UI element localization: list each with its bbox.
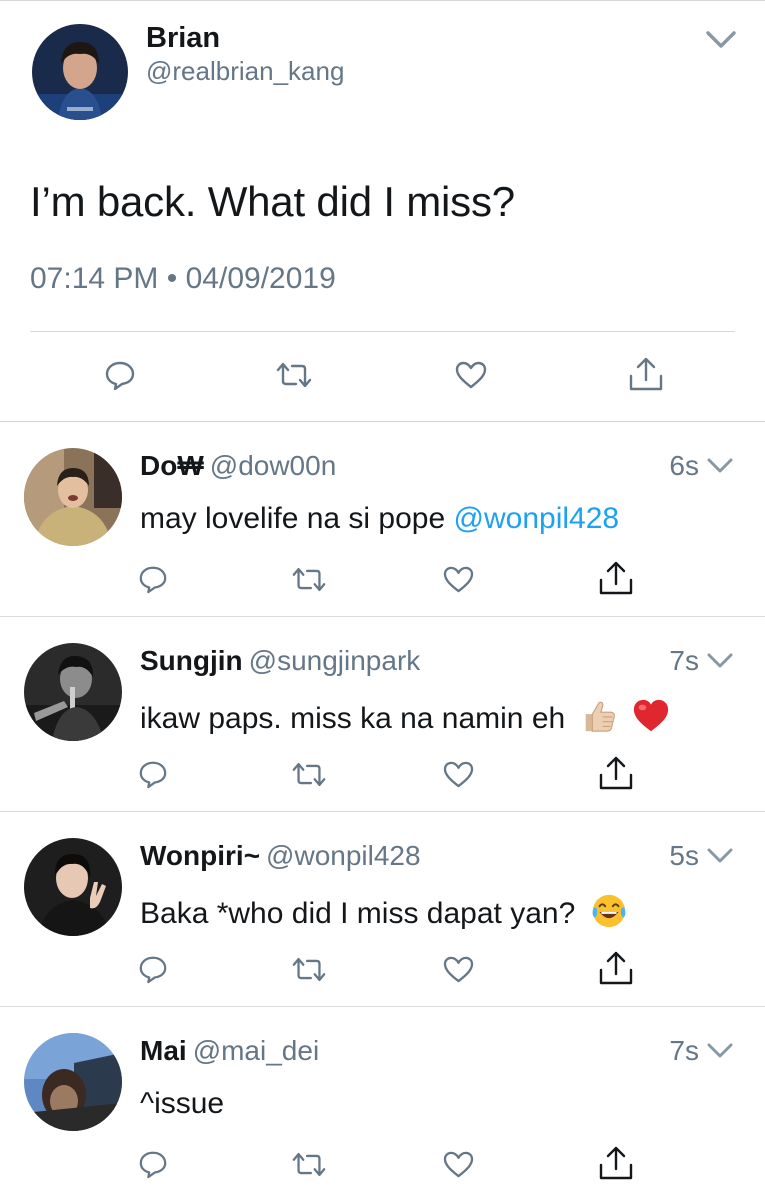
thumbs-up-icon — [580, 697, 618, 743]
share-icon[interactable] — [597, 1145, 635, 1181]
share-icon[interactable] — [597, 755, 635, 791]
reply-actions — [0, 1145, 765, 1185]
chevron-down-icon[interactable] — [706, 455, 734, 477]
tears-of-joy-icon — [590, 892, 628, 938]
retweet-icon[interactable] — [274, 361, 314, 389]
like-icon[interactable] — [442, 1150, 475, 1179]
reply-tweet[interactable]: Wonpiri~ @wonpil428 5s Baka *who did I mi… — [0, 812, 765, 1007]
reply-header: Mai @mai_dei — [140, 1035, 319, 1067]
reply-icon[interactable] — [138, 1149, 168, 1179]
reply-actions — [0, 755, 765, 795]
reply-text-content: ikaw paps. miss ka na namin eh — [140, 701, 566, 735]
reply-header: Wonpiri~ @wonpil428 — [140, 840, 421, 872]
divider — [30, 331, 735, 332]
reply-text: Baka *who did I miss dapat yan? — [140, 892, 628, 938]
reply-time[interactable]: 5s — [669, 840, 699, 872]
like-icon[interactable] — [442, 955, 475, 984]
reply-icon[interactable] — [138, 954, 168, 984]
reply-text: ^issue — [140, 1087, 224, 1121]
main-tweet: Brian @realbrian_kang I’m back. What did… — [0, 0, 765, 422]
like-icon[interactable] — [442, 565, 475, 594]
share-icon[interactable] — [597, 560, 635, 596]
reply-icon[interactable] — [138, 759, 168, 789]
tweet-actions — [0, 356, 765, 396]
retweet-icon[interactable] — [290, 1151, 328, 1178]
reply-header: Sungjin @sungjinpark — [140, 645, 420, 677]
reply-author-name[interactable]: Mai — [140, 1035, 187, 1066]
reply-text-content: may lovelife na si pope — [140, 502, 446, 535]
tweet-text: I’m back. What did I miss? — [30, 178, 515, 225]
like-icon[interactable] — [454, 360, 488, 390]
reply-text: may lovelife na si pope @wonpil428 — [140, 502, 619, 536]
like-icon[interactable] — [442, 760, 475, 789]
reply-tweet[interactable]: Do₩ @dow00n 6s may lovelife na si pope @w… — [0, 422, 765, 617]
tweet-timestamp[interactable]: 07:14 PM • 04/09/2019 — [30, 262, 336, 296]
reply-author-handle[interactable]: @mai_dei — [193, 1035, 319, 1066]
reply-text: ikaw paps. miss ka na namin eh — [140, 697, 670, 743]
avatar[interactable] — [24, 1033, 122, 1131]
reply-author-handle[interactable]: @wonpil428 — [266, 840, 421, 871]
share-icon[interactable] — [597, 950, 635, 986]
reply-author-name[interactable]: Wonpiri~ — [140, 840, 260, 871]
reply-text-content: ^issue — [140, 1087, 225, 1120]
meta-separator: • — [166, 262, 178, 295]
avatar[interactable] — [32, 24, 128, 120]
reply-tweet[interactable]: Mai @mai_dei 7s ^issue — [0, 1007, 765, 1200]
reply-time[interactable]: 6s — [669, 450, 699, 482]
red-heart-icon — [632, 697, 670, 743]
reply-time[interactable]: 7s — [669, 1035, 699, 1067]
retweet-icon[interactable] — [290, 956, 328, 983]
author-handle[interactable]: @realbrian_kang — [146, 56, 344, 87]
reply-author-handle[interactable]: @sungjinpark — [249, 645, 421, 676]
retweet-icon[interactable] — [290, 761, 328, 788]
chevron-down-icon[interactable] — [706, 1040, 734, 1062]
author-name[interactable]: Brian — [146, 22, 220, 55]
reply-actions — [0, 560, 765, 600]
avatar[interactable] — [24, 448, 122, 546]
tweet-date: 04/09/2019 — [185, 262, 336, 295]
reply-author-name[interactable]: Do₩ — [140, 450, 204, 481]
avatar[interactable] — [24, 838, 122, 936]
reply-icon[interactable] — [104, 359, 136, 391]
chevron-down-icon[interactable] — [706, 845, 734, 867]
reply-tweet[interactable]: Sungjin @sungjinpark 7s ikaw paps. miss k… — [0, 617, 765, 812]
avatar[interactable] — [24, 643, 122, 741]
reply-icon[interactable] — [138, 564, 168, 594]
reply-author-handle[interactable]: @dow00n — [210, 450, 337, 481]
tweet-time: 07:14 PM — [30, 262, 159, 295]
chevron-down-icon[interactable] — [704, 26, 738, 54]
retweet-icon[interactable] — [290, 566, 328, 593]
chevron-down-icon[interactable] — [706, 650, 734, 672]
reply-author-name[interactable]: Sungjin — [140, 645, 243, 676]
share-icon[interactable] — [627, 356, 665, 392]
reply-text-content: Baka *who did I miss dapat yan? — [140, 896, 576, 930]
reply-time[interactable]: 7s — [669, 645, 699, 677]
mention-link[interactable]: @wonpil428 — [454, 502, 620, 535]
reply-actions — [0, 950, 765, 990]
reply-header: Do₩ @dow00n — [140, 450, 336, 482]
